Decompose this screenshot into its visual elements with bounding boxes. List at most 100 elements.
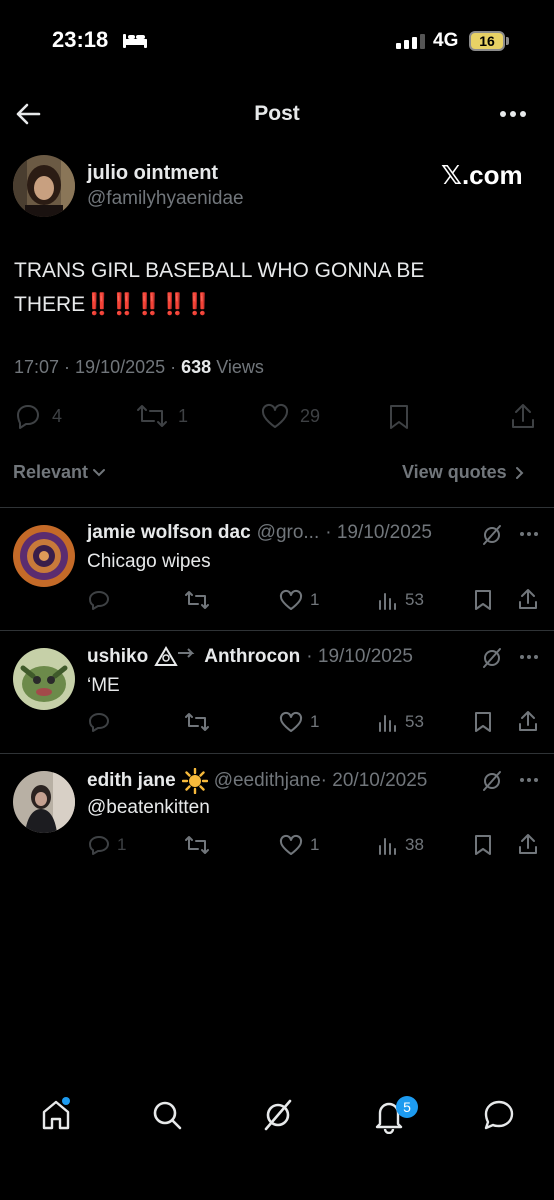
reply-author-name[interactable]: jamie wolfson dac: [87, 522, 251, 544]
double-exclamation-emoji: ‼️‼️‼️‼️‼️: [85, 293, 212, 316]
reply-header: edith jane @eedithjane · 20/10/2025: [87, 768, 427, 794]
reply-bookmark-button[interactable]: [472, 588, 494, 612]
grok-icon[interactable]: [481, 647, 503, 669]
grok-icon[interactable]: [481, 770, 503, 792]
reply-icon: [89, 836, 109, 855]
reply-views-button[interactable]: 53: [377, 711, 424, 733]
reply-date: · 19/10/2025: [325, 522, 432, 543]
reply-text: ‘ME: [87, 675, 120, 696]
post-time: 17:07: [14, 357, 60, 377]
reply-like-count: 1: [310, 712, 320, 731]
reply-reply-button[interactable]: [87, 589, 117, 611]
reply-reply-button[interactable]: [87, 711, 117, 733]
reply-views-count: 38: [405, 835, 424, 854]
reply-button[interactable]: 4: [14, 403, 62, 429]
sleep-mode-icon: [122, 31, 148, 49]
status-time: 23:18: [52, 27, 109, 52]
nav-search[interactable]: [150, 1098, 184, 1132]
author-name[interactable]: julio ointment: [87, 162, 218, 185]
reply-avatar[interactable]: [13, 525, 75, 587]
reply-share-button[interactable]: [517, 832, 539, 856]
reply-date: · 19/10/2025: [306, 646, 413, 667]
repost-button[interactable]: 1: [136, 403, 188, 429]
reply-more-icon[interactable]: [518, 650, 540, 664]
reply-views-count: 53: [405, 712, 424, 731]
nav-grok[interactable]: [261, 1098, 295, 1132]
reply-avatar[interactable]: [13, 648, 75, 710]
network-type: 4G: [433, 30, 459, 51]
divider: [0, 507, 554, 508]
battery-icon: 16: [469, 31, 505, 51]
reply-author-name-suffix[interactable]: Anthrocon: [204, 646, 300, 668]
reply-icon: [17, 405, 39, 429]
reply-date: · 20/10/2025: [320, 770, 428, 791]
reply-author-handle[interactable]: @eedithjane: [214, 770, 321, 792]
reply-text: Chicago wipes: [87, 551, 211, 572]
triangle-arrow-emoji: [154, 646, 195, 666]
post-text-body: TRANS GIRL BASEBALL WHO GONNA BE THERE: [14, 259, 425, 316]
like-count: 29: [300, 405, 321, 426]
repost-count: 1: [178, 405, 189, 426]
views-chart-icon: [379, 715, 396, 732]
bookmark-button[interactable]: [386, 403, 412, 431]
reply-bookmark-button[interactable]: [472, 710, 494, 734]
reply-author-handle[interactable]: @gro...: [257, 522, 320, 544]
share-icon: [519, 589, 537, 609]
reply-reply-count: 1: [117, 835, 127, 854]
reply-share-button[interactable]: [517, 709, 539, 733]
grok-icon: [264, 1099, 292, 1131]
reply-repost-button[interactable]: [184, 711, 210, 733]
views-chart-icon: [379, 838, 396, 855]
view-quotes-link[interactable]: View quotes: [402, 462, 525, 483]
share-button[interactable]: [510, 402, 536, 430]
reply-like-button[interactable]: 1: [278, 834, 319, 856]
reply-header: jamie wolfson dac @gro... · 19/10/2025: [87, 522, 432, 544]
cellular-signal-icon: [396, 34, 425, 49]
reply-like-button[interactable]: 1: [278, 589, 319, 611]
bookmark-icon: [390, 405, 408, 429]
more-options-icon[interactable]: [498, 104, 528, 124]
views-chart-icon: [379, 593, 396, 610]
reply-more-icon[interactable]: [518, 773, 540, 787]
bookmark-icon: [475, 835, 491, 855]
reply-more-icon[interactable]: [518, 527, 540, 541]
repost-icon: [185, 591, 209, 609]
battery-tip: [506, 37, 509, 45]
reply-icon: [89, 713, 109, 732]
reply-repost-button[interactable]: [184, 834, 210, 856]
repost-icon: [137, 405, 167, 427]
reply-views-button[interactable]: 53: [377, 589, 424, 611]
sort-relevant-dropdown[interactable]: Relevant: [13, 462, 106, 483]
share-icon: [519, 711, 537, 731]
like-button[interactable]: 29: [260, 403, 320, 429]
reply-like-button[interactable]: 1: [278, 711, 319, 733]
author-handle[interactable]: @familyhyaenidae: [87, 188, 244, 210]
nav-messages[interactable]: [482, 1098, 516, 1132]
divider: [0, 630, 554, 631]
reply-like-count: 1: [310, 590, 320, 609]
sort-relevant-label: Relevant: [13, 462, 89, 482]
reply-author-name[interactable]: edith jane: [87, 770, 176, 792]
post-date: 19/10/2025: [75, 357, 166, 377]
author-avatar[interactable]: [13, 155, 75, 217]
reply-bookmark-button[interactable]: [472, 833, 494, 857]
grok-icon[interactable]: [481, 524, 503, 546]
reply-author-name[interactable]: ushiko: [87, 646, 148, 668]
divider: [0, 753, 554, 754]
post-text: TRANS GIRL BASEBALL WHO GONNA BE THERE‼️…: [14, 254, 534, 322]
chevron-down-icon: [93, 468, 106, 476]
reply-reply-button[interactable]: 1: [87, 834, 126, 856]
reply-views-button[interactable]: 38: [377, 834, 424, 856]
post-meta: 17:07 · 19/10/2025 · 638 Views: [14, 357, 264, 377]
heart-icon: [279, 589, 303, 610]
heart-icon: [261, 403, 289, 428]
chevron-right-icon: [515, 466, 524, 479]
bookmark-icon: [475, 712, 491, 732]
reply-icon: [89, 591, 109, 610]
reply-header: ushiko Anthrocon · 19/10/2025: [87, 645, 413, 669]
reply-share-button[interactable]: [517, 587, 539, 611]
views-label: Views: [216, 357, 264, 377]
reply-like-count: 1: [310, 835, 320, 854]
reply-avatar[interactable]: [13, 771, 75, 833]
reply-repost-button[interactable]: [184, 589, 210, 611]
